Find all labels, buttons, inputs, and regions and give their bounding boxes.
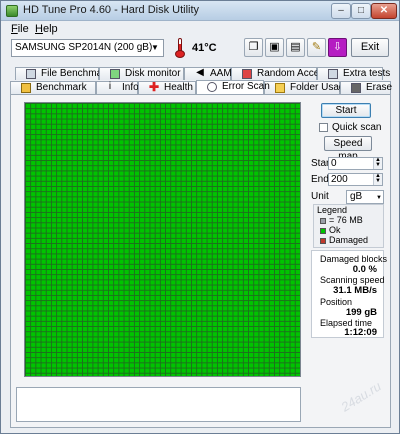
window-title: HD Tune Pro 4.60 - Hard Disk Utility [23, 4, 200, 16]
copy-screen-icon: ▣ [269, 41, 280, 53]
menu-file[interactable]: File [11, 23, 29, 35]
download-icon: ⇩ [332, 41, 343, 53]
speaker-icon: ◀ [196, 67, 204, 78]
start-button[interactable]: Start [321, 103, 371, 118]
legend-ok: Ok [320, 225, 341, 235]
legend-title: Legend [317, 205, 348, 215]
tab-erase[interactable]: Erase [340, 81, 393, 94]
speed-map-button[interactable]: Speed map [324, 136, 372, 162]
tab-disk-monitor[interactable]: Disk monitor [99, 67, 184, 80]
unit-select[interactable]: gB ▼ [346, 190, 384, 204]
ok-swatch [320, 227, 326, 234]
error-scan-icon [207, 82, 217, 92]
end-field-value: 200 [331, 174, 348, 185]
start-field-value: 0 [331, 158, 337, 169]
end-field-label: End [311, 174, 329, 185]
end-field[interactable]: 200 ▲ ▼ [328, 173, 383, 186]
thermometer-icon [175, 38, 185, 58]
app-window: HD Tune Pro 4.60 - Hard Disk Utility – □… [0, 0, 400, 434]
legend-damaged-label: Damaged [329, 235, 369, 245]
tab-label: Health [164, 82, 193, 93]
drive-select-value: SAMSUNG SP2014N (200 gB) [15, 42, 153, 53]
quick-scan-checkbox[interactable] [319, 123, 328, 132]
scanning-speed-value: 31.1 MB/s [333, 285, 377, 296]
close-button[interactable]: ✕ [371, 3, 397, 19]
options-icon: ✎ [311, 41, 322, 53]
benchmark-icon [21, 83, 31, 93]
app-icon [6, 5, 18, 17]
chevron-down-icon: ▼ [376, 195, 382, 201]
chevron-down-icon: ▼ [151, 43, 159, 52]
exit-button[interactable]: Exit [351, 38, 389, 57]
file-benchmark-icon [26, 69, 36, 79]
tab-folder-usage[interactable]: Folder Usage [264, 81, 350, 94]
legend-damaged: Damaged [320, 235, 368, 245]
legend-block-size-label: = 76 MB [329, 215, 363, 225]
copy-info-button[interactable]: ❐ [244, 38, 263, 57]
menu-help[interactable]: Help [35, 23, 58, 35]
scan-stats: Damaged blocks 0.0 % Scanning speed 31.1… [311, 250, 388, 338]
copy-info-icon: ❐ [248, 41, 259, 53]
scanning-speed-label: Scanning speed [320, 275, 385, 285]
title-bar: HD Tune Pro 4.60 - Hard Disk Utility – □… [1, 1, 399, 21]
download-button[interactable]: ⇩ [328, 38, 347, 57]
tab-error-scan[interactable]: Error Scan [196, 80, 270, 94]
tab-benchmark[interactable]: Benchmark [10, 81, 96, 94]
tab-health[interactable]: ✚ Health [138, 81, 196, 94]
position-label: Position [320, 297, 353, 307]
tab-label: Disk monitor [125, 68, 181, 79]
tab-aam[interactable]: ◀ AAM [184, 67, 232, 80]
random-access-icon [242, 69, 252, 79]
tab-random-access[interactable]: Random Access [231, 67, 329, 80]
tab-extra-tests[interactable]: Extra tests [317, 67, 390, 80]
error-scan-grid [24, 102, 301, 377]
temperature-readout: 41°C [192, 42, 217, 54]
save-button[interactable]: ▤ [286, 38, 305, 57]
save-icon: ▤ [290, 41, 301, 53]
spinner-arrows-icon[interactable]: ▲ ▼ [373, 173, 382, 185]
tab-label: AAM [210, 68, 232, 79]
quick-scan-label: Quick scan [332, 122, 382, 133]
legend-ok-label: Ok [329, 225, 341, 235]
tab-label: Benchmark [36, 82, 87, 93]
damaged-swatch [320, 237, 326, 244]
tab-label: Extra tests [343, 68, 391, 79]
unit-label: Unit [311, 191, 329, 202]
legend: Legend = 76 MB Ok Damaged [313, 204, 384, 248]
health-icon: ✚ [149, 80, 160, 94]
options-button[interactable]: ✎ [307, 38, 326, 57]
elapsed-time-value: 1:12:09 [344, 327, 377, 338]
spinner-arrows-icon[interactable]: ▲ ▼ [373, 157, 382, 169]
tab-label: Info [122, 82, 139, 93]
minimize-button[interactable]: – [331, 3, 351, 19]
unit-select-value: gB [350, 191, 363, 202]
folder-icon [275, 83, 285, 93]
scan-log [16, 387, 301, 422]
menu-bar: File Help [1, 22, 399, 36]
start-field[interactable]: 0 ▲ ▼ [328, 157, 383, 170]
info-icon: i [108, 81, 112, 92]
legend-block-size: = 76 MB [320, 215, 363, 225]
copy-screen-button[interactable]: ▣ [265, 38, 284, 57]
tab-label: Erase [366, 82, 393, 93]
block-swatch [320, 217, 326, 224]
damaged-blocks-value: 0.0 % [352, 264, 377, 275]
extra-tests-icon [328, 69, 338, 79]
erase-icon [351, 83, 361, 93]
disk-monitor-icon [110, 69, 120, 79]
position-value: 199 gB [345, 307, 377, 318]
damaged-blocks-label: Damaged blocks [320, 254, 388, 264]
drive-select[interactable]: SAMSUNG SP2014N (200 gB) ▼ [11, 39, 164, 57]
maximize-button[interactable]: □ [351, 3, 371, 19]
tab-label: Error Scan [222, 81, 270, 92]
tab-info[interactable]: i Info [96, 81, 139, 94]
tab-file-benchmark[interactable]: File Benchmark [15, 67, 110, 80]
